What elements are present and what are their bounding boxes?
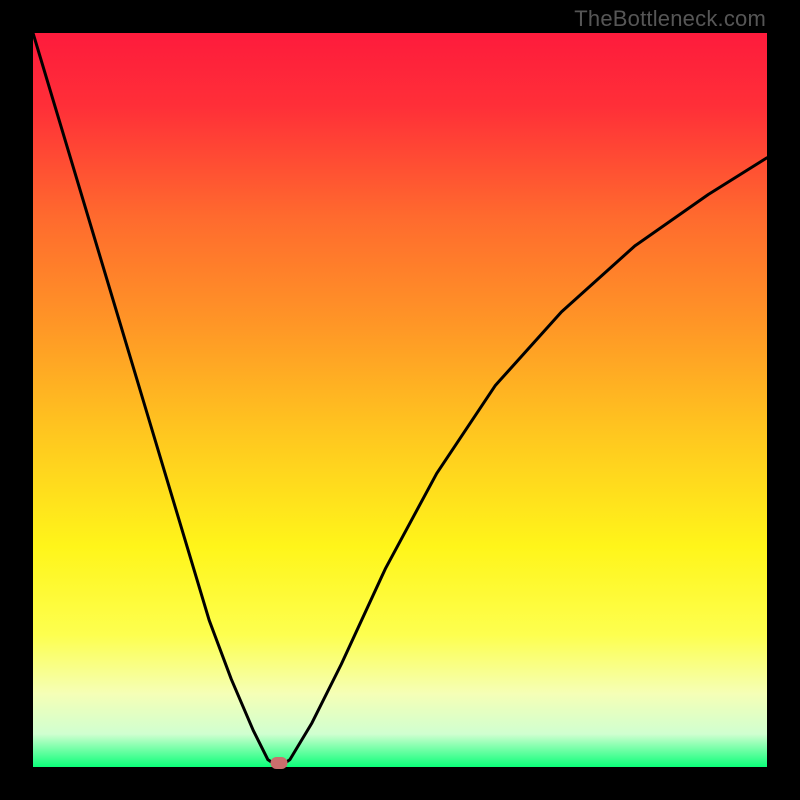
chart-frame: TheBottleneck.com xyxy=(0,0,800,800)
optimal-point-marker xyxy=(270,757,287,769)
bottleneck-curve xyxy=(33,33,767,767)
watermark-text: TheBottleneck.com xyxy=(574,6,766,32)
curve-path xyxy=(33,33,767,767)
plot-area xyxy=(33,33,767,767)
